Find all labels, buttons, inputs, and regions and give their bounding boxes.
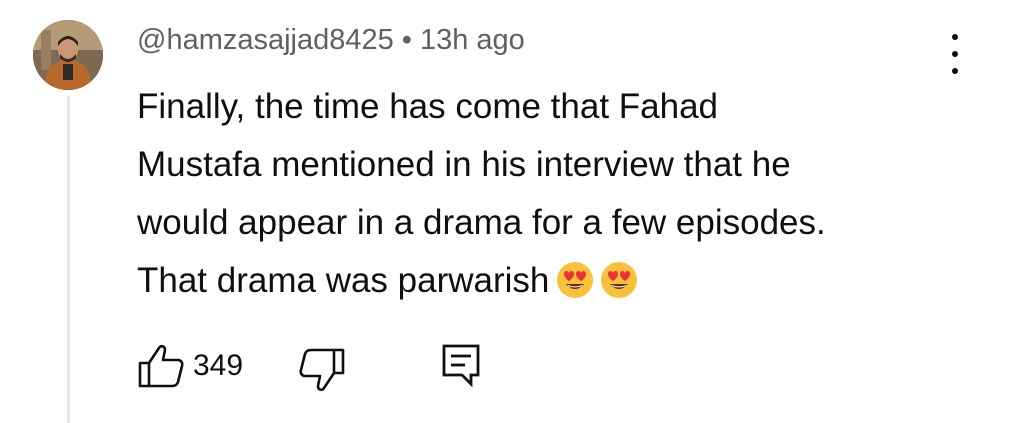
avatar-image bbox=[33, 20, 103, 90]
avatar[interactable] bbox=[33, 20, 103, 90]
reply-comment-icon bbox=[442, 344, 480, 388]
comment-text-line: Mustafa mentioned in his interview that … bbox=[137, 145, 791, 184]
more-options-button[interactable] bbox=[940, 34, 970, 74]
comment-text-line: Finally, the time has come that Fahad bbox=[137, 87, 719, 126]
dislike-button[interactable] bbox=[298, 347, 346, 393]
thread-line bbox=[67, 96, 70, 423]
thumbs-down-icon bbox=[299, 348, 345, 392]
author-name[interactable]: @hamzasajjad8425 bbox=[137, 24, 394, 56]
like-count: 349 bbox=[193, 349, 244, 382]
comment-header: @hamzasajjad8425 • 13h ago bbox=[137, 24, 525, 57]
more-vertical-icon bbox=[952, 34, 958, 40]
heart-eyes-emoji bbox=[601, 262, 638, 298]
comment-text: Finally, the time has come that Fahad Mu… bbox=[137, 78, 957, 310]
comment-text-line: would appear in a drama for a few episod… bbox=[137, 203, 826, 242]
comment-text-line-last: That drama was parwarish bbox=[137, 261, 550, 300]
more-vertical-icon-dot bbox=[952, 68, 958, 74]
comment-text-line: That drama was parwarish bbox=[137, 252, 957, 310]
heart-eyes-emoji bbox=[557, 262, 594, 298]
like-button[interactable] bbox=[137, 343, 185, 389]
comment-timestamp[interactable]: 13h ago bbox=[420, 24, 525, 56]
reply-button[interactable] bbox=[440, 343, 482, 389]
more-vertical-icon-dot bbox=[952, 51, 958, 57]
thumbs-up-icon bbox=[138, 344, 184, 388]
header-separator: • bbox=[401, 24, 412, 56]
